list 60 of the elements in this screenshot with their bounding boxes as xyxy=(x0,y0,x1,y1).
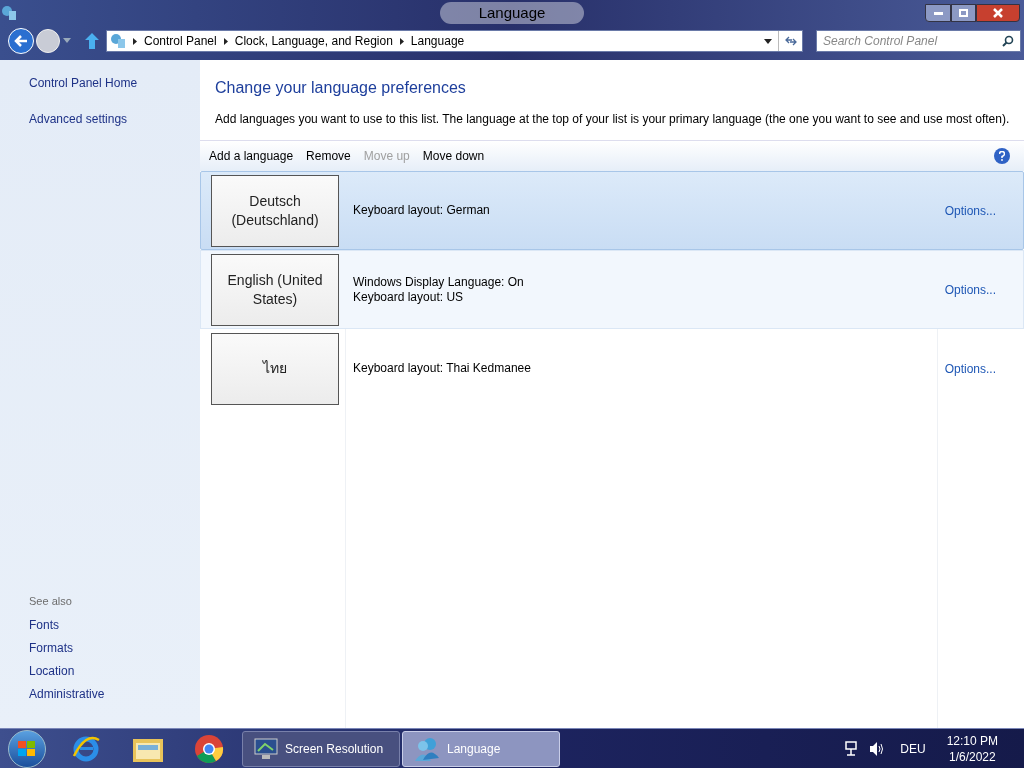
options-link[interactable]: Options... xyxy=(944,280,996,299)
sidebar-link[interactable]: Fonts xyxy=(29,616,200,639)
clock-date[interactable]: 1/6/2022 xyxy=(948,748,996,765)
toolbar-button[interactable]: Move down xyxy=(422,147,485,165)
speaker-icon[interactable] xyxy=(869,740,886,757)
language-name: ไทย xyxy=(263,359,287,378)
address-bar[interactable]: Control Panel Clock, Language, and Region Language xyxy=(106,30,803,52)
see-also-heading: See also xyxy=(29,594,73,609)
dropdown-arrow-icon[interactable] xyxy=(764,38,772,44)
people-icon xyxy=(413,735,441,762)
close-icon xyxy=(993,8,1003,18)
language-row[interactable]: ไทย Keyboard layout: Thai Kedmanee Options... xyxy=(200,329,1024,408)
minimize-button[interactable] xyxy=(925,4,951,22)
language-row[interactable]: Deutsch (Deutschland) Keyboard layout: German Options... xyxy=(200,171,1024,250)
up-arrow-icon[interactable] xyxy=(85,33,99,49)
window-title: Language xyxy=(440,1,584,25)
start-button[interactable] xyxy=(8,729,46,768)
chrome-icon[interactable] xyxy=(194,733,224,764)
input-language[interactable]: DEU xyxy=(900,739,926,758)
page-heading: Change your language preferences xyxy=(215,78,467,98)
chevron-right-icon[interactable] xyxy=(223,37,228,45)
options-link[interactable]: Options... xyxy=(944,201,996,220)
control-panel-icon xyxy=(110,33,126,49)
language-row[interactable]: English (United States) Windows Display Language: On Keyboard layout: US Options... xyxy=(200,250,1024,329)
description-text: Add languages you want to use to this list. The language at the top of your list is your primary language (the one you want to see and use most often). xyxy=(215,111,1011,128)
breadcrumb[interactable]: Control Panel xyxy=(144,32,217,50)
windows-logo-icon xyxy=(18,740,36,757)
forward-button[interactable] xyxy=(36,29,60,53)
search-icon xyxy=(1002,35,1014,47)
search-field[interactable]: Search Control Panel xyxy=(816,30,1021,52)
language-detail: Keyboard layout: German xyxy=(353,203,490,218)
language-detail: Keyboard layout: Thai Kedmanee xyxy=(353,361,531,376)
restore-button[interactable] xyxy=(951,4,976,22)
chevron-right-icon[interactable] xyxy=(133,37,137,45)
clock-time[interactable]: 12:10 PM xyxy=(946,732,998,749)
breadcrumb[interactable]: Clock, Language, and Region xyxy=(234,32,393,50)
breadcrumb[interactable]: Language xyxy=(410,32,465,50)
sidebar-link[interactable]: Location xyxy=(29,662,200,685)
sidebar-link[interactable]: Control Panel Home xyxy=(29,74,200,110)
chevron-right-icon[interactable] xyxy=(399,37,404,45)
language-name: English (United States) xyxy=(226,270,324,309)
back-arrow-icon xyxy=(14,35,28,47)
toolbar-button[interactable]: Remove xyxy=(306,147,351,165)
help-icon xyxy=(999,151,1005,161)
toolbar-button[interactable]: Add a language xyxy=(209,147,294,165)
back-button[interactable] xyxy=(8,28,34,54)
sidebar-link[interactable]: Administrative xyxy=(29,685,200,708)
help-button[interactable] xyxy=(994,148,1010,164)
taskbar-button[interactable]: Screen Resolution xyxy=(242,730,400,767)
language-detail: Keyboard layout: US xyxy=(353,289,465,305)
search-input[interactable]: Search Control Panel xyxy=(817,32,1002,50)
options-link[interactable]: Options... xyxy=(944,359,996,378)
refresh-icon xyxy=(784,36,797,46)
language-detail: Windows Display Language: On xyxy=(353,274,524,290)
close-button[interactable] xyxy=(976,4,1020,22)
monitor-icon xyxy=(253,735,279,762)
language-name: Deutsch (Deutschland) xyxy=(230,191,320,230)
sidebar-link[interactable]: Advanced settings xyxy=(29,110,200,146)
control-panel-icon xyxy=(1,5,17,21)
sidebar-link[interactable]: Formats xyxy=(29,639,200,662)
